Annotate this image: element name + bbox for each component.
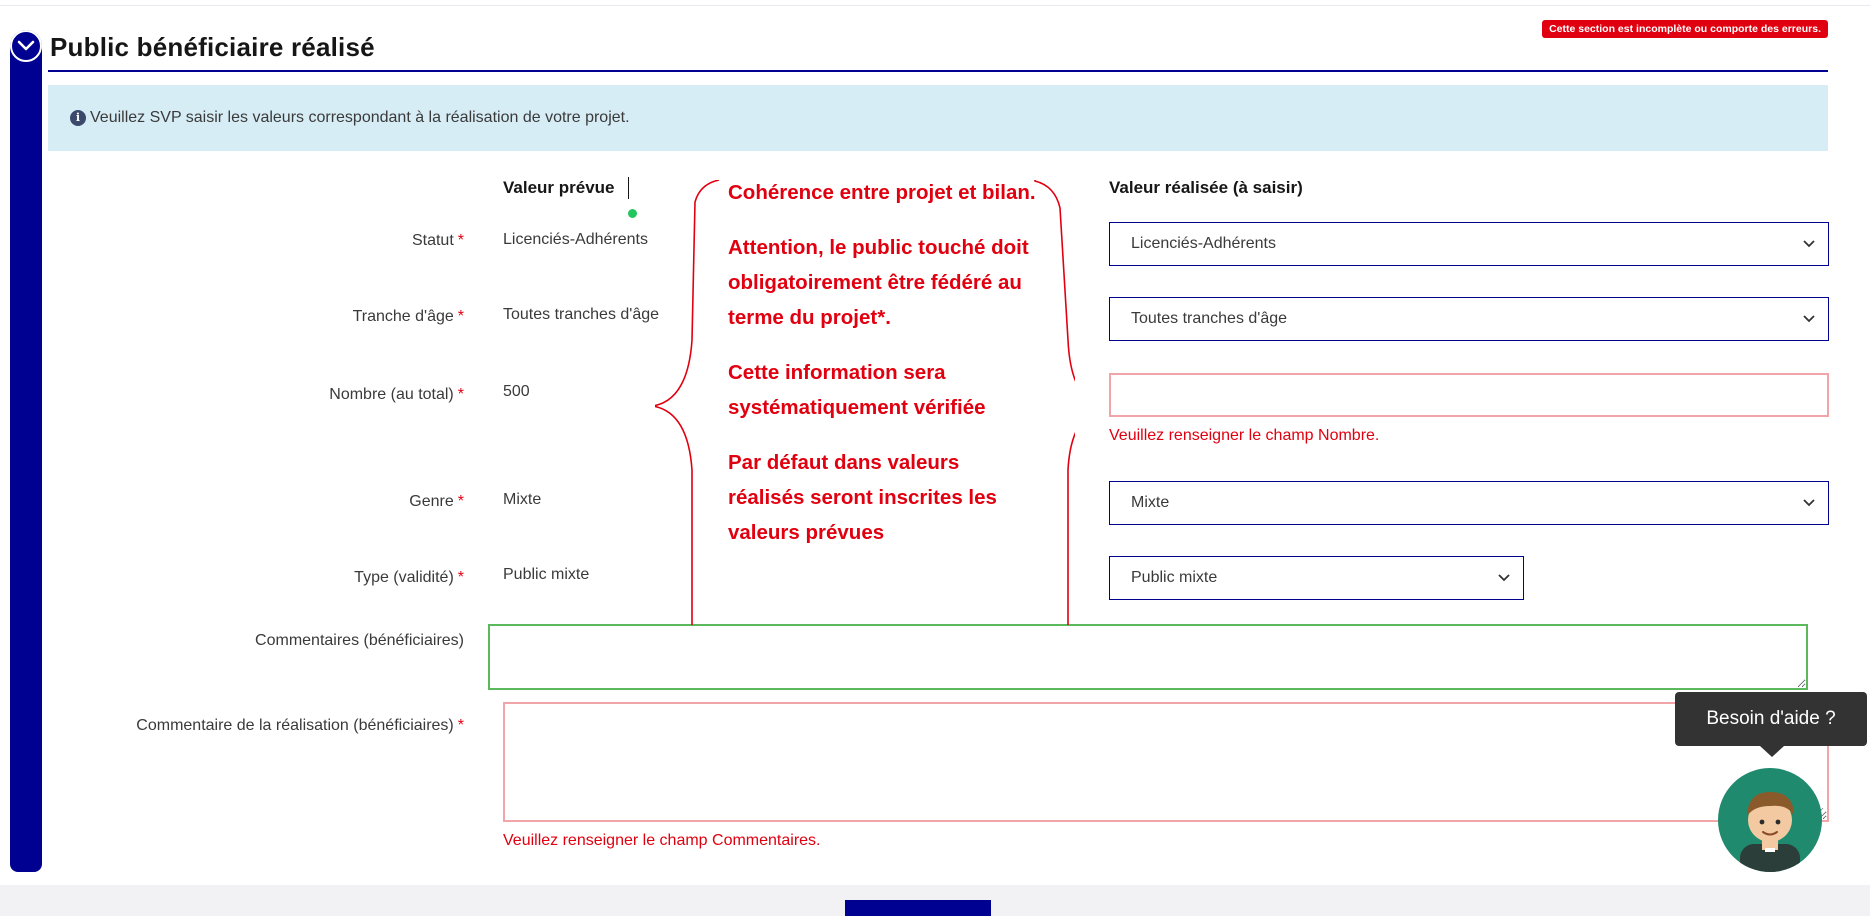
label-genre: Genre * (409, 493, 464, 511)
label-nombre: Nombre (au total) * (329, 386, 464, 404)
select-genre[interactable]: Mixte (1109, 481, 1829, 525)
planned-nombre: 500 (503, 383, 530, 400)
annotation-paragraph: Cohérence entre projet et bilan. (728, 181, 1036, 204)
chevron-down-icon (1803, 499, 1815, 507)
label-commentaire-realisation-text: Commentaire de la réalisation (bénéficia… (136, 717, 454, 734)
label-statut: Statut * (412, 232, 464, 250)
select-genre-value: Mixte (1131, 494, 1170, 511)
required-marker: * (457, 717, 464, 734)
chevron-down-icon (17, 40, 35, 51)
label-commentaire-realisation: Commentaire de la réalisation (bénéficia… (136, 717, 464, 735)
help-tooltip: Besoin d'aide ? (1675, 692, 1867, 746)
annotation-paragraph: Cette information sera systématiquement … (728, 361, 986, 419)
textarea-commentaire-realisation[interactable] (503, 702, 1829, 822)
error-nombre: Veuillez renseigner le champ Nombre. (1109, 427, 1380, 444)
select-tranche-age-value: Toutes tranches d'âge (1131, 310, 1288, 327)
chevron-down-icon (1803, 240, 1815, 248)
planned-type: Public mixte (503, 566, 590, 583)
label-tranche-age: Tranche d'âge * (353, 308, 464, 326)
chevron-down-icon (1498, 574, 1510, 582)
top-divider (0, 5, 1870, 6)
info-notice: i Veuillez SVP saisir les valeurs corres… (48, 85, 1828, 151)
collapse-toggle[interactable] (10, 30, 42, 62)
required-marker: * (457, 493, 464, 510)
help-tooltip-arrow (1760, 746, 1784, 757)
select-statut[interactable]: Licenciés-Adhérents (1109, 222, 1829, 266)
annotation-text: Cohérence entre projet et bilan. Attenti… (728, 175, 1038, 570)
pointer-indicator (628, 209, 637, 218)
assistant-avatar-icon[interactable] (1718, 768, 1822, 872)
text-cursor (628, 177, 629, 199)
section-title: Public bénéficiaire réalisé (50, 32, 375, 62)
annotation-paragraph: Attention, le public touché doit obligat… (728, 236, 1029, 329)
required-marker: * (457, 386, 464, 403)
column-header-realized: Valeur réalisée (à saisir) (1109, 178, 1303, 197)
label-type-text: Type (validité) (354, 569, 454, 586)
title-divider (48, 70, 1828, 72)
submit-button[interactable] (845, 900, 991, 916)
select-type[interactable]: Public mixte (1109, 556, 1524, 600)
select-statut-value: Licenciés-Adhérents (1131, 235, 1276, 252)
required-marker: * (457, 569, 464, 586)
label-statut-text: Statut (411, 232, 454, 249)
info-icon: i (70, 110, 86, 126)
planned-tranche-age: Toutes tranches d'âge (503, 306, 660, 323)
chevron-down-icon (1803, 315, 1815, 323)
annotation-paragraph: Par défaut dans valeurs réalisés seront … (728, 451, 997, 544)
required-marker: * (457, 232, 464, 249)
column-header-planned: Valeur prévue (503, 178, 615, 197)
label-type: Type (validité) * (354, 569, 464, 587)
label-tranche-age-text: Tranche d'âge (352, 308, 454, 325)
required-marker: * (457, 308, 464, 325)
section-error-badge: Cette section est incomplète ou comporte… (1542, 20, 1828, 38)
info-text: Veuillez SVP saisir les valeurs correspo… (90, 109, 630, 126)
page: Public bénéficiaire réalisé Cette sectio… (0, 0, 1870, 916)
error-commentaires: Veuillez renseigner le champ Commentaire… (503, 832, 821, 849)
section-accent-bar (10, 30, 42, 872)
label-genre-text: Genre (409, 493, 454, 510)
label-nombre-text: Nombre (au total) (329, 386, 454, 403)
input-nombre[interactable] (1109, 373, 1829, 417)
label-commentaires-beneficiaires: Commentaires (bénéficiaires) (255, 632, 464, 649)
select-type-value: Public mixte (1131, 569, 1218, 586)
planned-statut: Licenciés-Adhérents (503, 231, 648, 248)
textarea-commentaires-beneficiaires[interactable] (488, 624, 1808, 690)
select-tranche-age[interactable]: Toutes tranches d'âge (1109, 297, 1829, 341)
planned-genre: Mixte (503, 491, 542, 508)
